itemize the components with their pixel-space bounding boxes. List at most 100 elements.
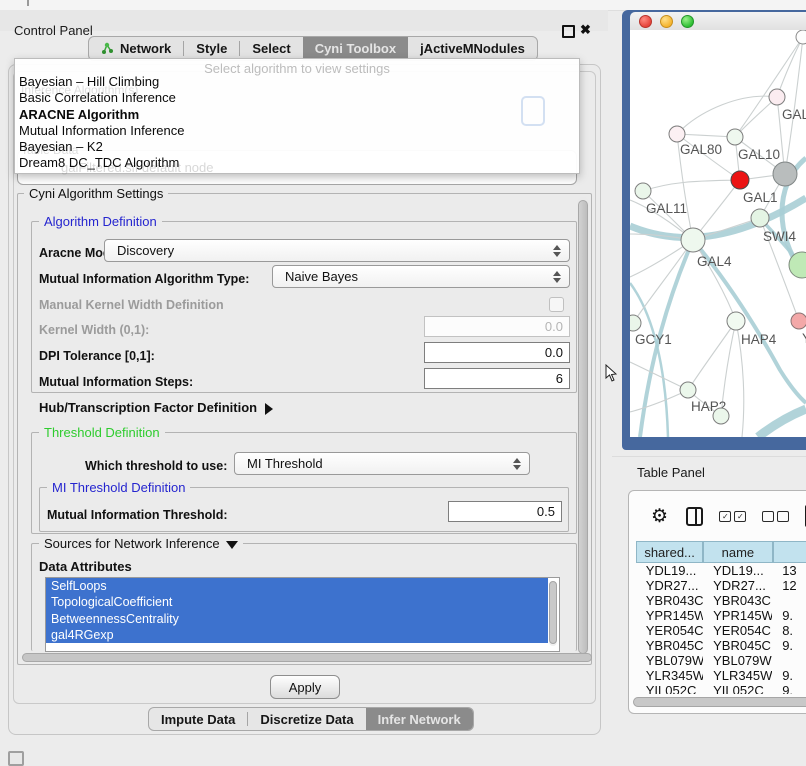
network-node-y[interactable] [791, 313, 806, 329]
which-threshold-select[interactable]: MI Threshold [234, 452, 530, 475]
network-node-gal[interactable] [769, 89, 785, 105]
table-cell: YPR145W [636, 608, 703, 623]
tab-select[interactable]: Select [240, 37, 302, 60]
tab-style[interactable]: Style [184, 37, 239, 60]
algorithm-definition-title: Algorithm Definition [39, 214, 162, 229]
attribute-item[interactable]: TopologicalCoefficient [46, 594, 548, 610]
manual-kernel-width-label: Manual Kernel Width Definition [39, 298, 224, 312]
manual-kernel-width-checkbox[interactable] [549, 297, 564, 312]
mi-algorithm-type-label: Mutual Information Algorithm Type: [39, 272, 249, 286]
data-attributes-label: Data Attributes [39, 559, 132, 574]
table-panel-box: ⚙ ✓✓ shared...name YDL19...YDL19...13YDR… [628, 490, 806, 714]
popup-item[interactable]: Bayesian – Hill Climbing [15, 74, 579, 90]
tab-cyni-toolbox[interactable]: Cyni Toolbox [303, 37, 408, 60]
popup-item[interactable]: Mutual Information Inference [15, 123, 579, 139]
close-icon[interactable]: ✖ [580, 22, 591, 38]
network-node[interactable] [713, 408, 729, 424]
tab-infer-network[interactable]: Infer Network [366, 708, 473, 730]
network-node-gal4[interactable] [681, 228, 705, 252]
table-row[interactable]: YBR043CYBR043C [629, 593, 806, 608]
table-row[interactable]: YIL052CYIL052C9. [629, 683, 806, 694]
table-cell: 9. [772, 608, 806, 623]
network-node-gal1[interactable] [731, 171, 749, 189]
list-scrollbar[interactable] [549, 581, 557, 646]
node-label: GAL11 [646, 201, 687, 216]
close-traffic-light[interactable] [639, 15, 652, 28]
column-header[interactable]: name [703, 541, 772, 563]
network-node-gal11[interactable] [635, 183, 651, 199]
network-canvas[interactable]: GALGAL80GAL10GAL1GAL11SWI4GAL4GCY1HAP4YH… [630, 30, 806, 437]
attribute-item[interactable]: SelfLoops [46, 578, 548, 594]
table-cell: 13 [772, 563, 806, 578]
mi-steps-field[interactable]: 6 [424, 368, 570, 389]
table-horizontal-scrollbar[interactable] [633, 697, 806, 707]
settings-vertical-scrollbar-thumb[interactable] [578, 200, 588, 654]
network-node-gal10[interactable] [727, 129, 743, 145]
popup-item[interactable]: ARACNE Algorithm [15, 107, 579, 123]
threshold-definition-title: Threshold Definition [39, 425, 165, 440]
select-all-checks-icon[interactable]: ✓✓ [719, 511, 746, 522]
settings-horizontal-scrollbar[interactable] [22, 653, 592, 662]
aracne-mode-select[interactable]: Discovery [104, 239, 570, 262]
mi-threshold-field[interactable]: 0.5 [448, 501, 562, 522]
network-node[interactable] [773, 162, 797, 186]
table-row[interactable]: YPR145WYPR145W9. [629, 608, 806, 623]
table-cell: 8. [772, 623, 806, 638]
popup-item[interactable]: Bayesian – K2 [15, 139, 579, 155]
table-cell: YDL19... [636, 563, 703, 578]
network-node[interactable] [796, 30, 806, 44]
table-row[interactable]: YBL079WYBL079W [629, 653, 806, 668]
popup-item[interactable]: Dream8 DC_TDC Algorithm [15, 155, 579, 171]
table-cell: YLR345W [636, 668, 703, 683]
expand-right-icon [265, 403, 273, 415]
attribute-item[interactable]: gal4RGexp [46, 627, 548, 643]
table-cell: YBL079W [703, 653, 772, 668]
tab-network[interactable]: Network [89, 37, 183, 60]
network-edges-teal [630, 158, 806, 437]
sources-expander[interactable]: Sources for Network Inference [39, 536, 243, 551]
table-row[interactable]: YDR27...YDR27...12 [629, 578, 806, 593]
network-node-gal80[interactable] [669, 126, 685, 142]
network-node-hap4[interactable] [727, 312, 745, 330]
hub-definition-expander[interactable]: Hub/Transcription Factor Definition [39, 400, 273, 415]
tab-jactivemnodules[interactable]: jActiveMNodules [408, 37, 537, 60]
popup-item[interactable]: Basic Correlation Inference [15, 90, 579, 106]
node-label: GAL10 [738, 147, 780, 162]
collapsed-panel-icon[interactable] [8, 751, 24, 766]
deselect-all-checks-icon[interactable] [762, 511, 789, 522]
mouse-cursor [604, 364, 617, 383]
network-node-hap2[interactable] [680, 382, 696, 398]
apply-button[interactable]: Apply [270, 675, 340, 699]
tab-impute-data[interactable]: Impute Data [149, 708, 247, 730]
split-columns-icon[interactable] [686, 507, 703, 526]
table-row[interactable]: YER054CYER054C8. [629, 623, 806, 638]
column-header[interactable]: shared... [636, 541, 703, 563]
table-row[interactable]: YDL19...YDL19...13 [629, 563, 806, 578]
attribute-item[interactable]: BetweennessCentrality [46, 611, 548, 627]
table-row[interactable]: YBR045CYBR045C9. [629, 638, 806, 653]
mi-algorithm-type-select[interactable]: Naive Bayes [272, 265, 570, 288]
kernel-width-label: Kernel Width (0,1): [39, 323, 149, 337]
float-window-icon[interactable] [562, 25, 575, 38]
zoom-traffic-light[interactable] [681, 15, 694, 28]
table-row[interactable]: YLR345WYLR345W9. [629, 668, 806, 683]
tab-discretize-data[interactable]: Discretize Data [248, 708, 365, 730]
bottom-tabbar: Impute Data Discretize Data Infer Networ… [148, 707, 474, 731]
column-header[interactable] [773, 541, 806, 563]
network-nodes[interactable]: GALGAL80GAL10GAL1GAL11SWI4GAL4GCY1HAP4YH… [630, 30, 806, 424]
gear-icon[interactable]: ⚙ [651, 507, 668, 526]
list-scrollbar-thumb[interactable] [549, 581, 557, 644]
dpi-tolerance-field[interactable]: 0.0 [424, 342, 570, 363]
node-label: GAL [782, 107, 806, 122]
table-cell: YIL052C [703, 683, 772, 694]
kernel-width-field[interactable]: 0.0 [424, 316, 570, 337]
panel-title: Control Panel [14, 23, 93, 38]
table-cell: YBR043C [703, 593, 772, 608]
network-node-swi4[interactable] [751, 209, 769, 227]
table-cell: YER054C [636, 623, 703, 638]
network-node-gcy1[interactable] [630, 315, 641, 331]
minimize-traffic-light[interactable] [660, 15, 673, 28]
data-attributes-list[interactable]: SelfLoopsTopologicalCoefficientBetweenne… [45, 577, 560, 652]
tab-network-label: Network [120, 41, 171, 56]
table-cell: 12 [772, 578, 806, 593]
